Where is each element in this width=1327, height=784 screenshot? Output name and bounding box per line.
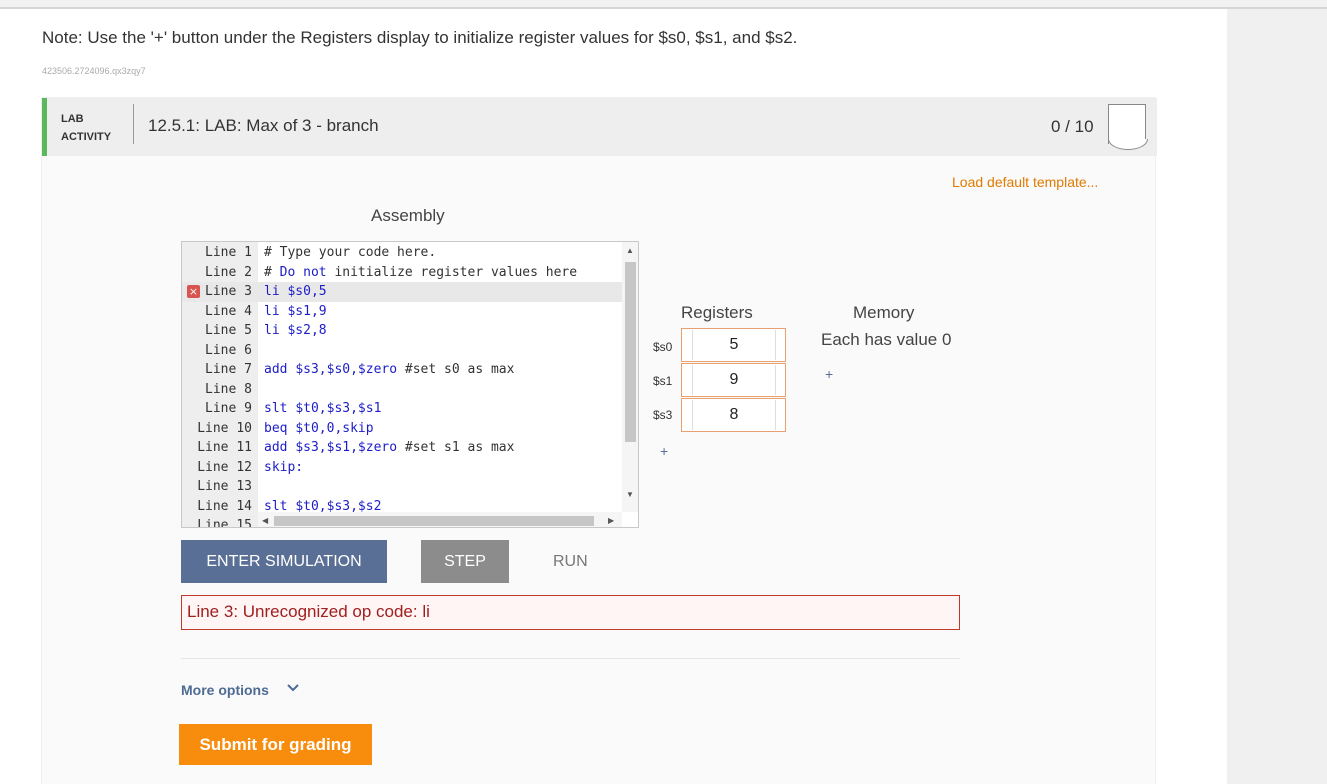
line-code[interactable]: beq $t0,0,skip xyxy=(264,419,374,439)
lab-tag: LAB ACTIVITY xyxy=(61,110,111,146)
code-line[interactable]: Line 2 # Do not initialize register value… xyxy=(182,263,622,283)
line-code[interactable]: li $s1,9 xyxy=(264,302,327,322)
line-code[interactable]: # Type your code here. xyxy=(264,243,436,263)
line-code[interactable]: li $s2,8 xyxy=(264,321,327,341)
error-message: Line 3: Unrecognized op code: li xyxy=(181,595,960,630)
vertical-scrollbar[interactable]: ▲ ▼ xyxy=(622,242,638,512)
code-line[interactable]: Line 12 skip: xyxy=(182,458,622,478)
horizontal-scroll-thumb[interactable] xyxy=(274,516,594,526)
memory-title: Memory xyxy=(853,303,915,322)
code-line[interactable]: Line 11 add $s3,$s1,$zero #set s1 as max xyxy=(182,438,622,458)
lab-tag-line1: LAB xyxy=(61,113,84,125)
register-name: $s1 xyxy=(653,374,673,388)
line-number: Line 11 xyxy=(197,440,252,455)
line-number: Line 9 xyxy=(205,401,252,416)
line-number: Line 13 xyxy=(197,479,252,494)
register-value[interactable]: 5 xyxy=(692,330,776,360)
code-line[interactable]: Line 6 xyxy=(182,341,622,361)
header-divider xyxy=(133,104,134,144)
more-options-toggle[interactable]: More options xyxy=(181,682,269,698)
line-number: Line 8 xyxy=(205,381,252,397)
line-number: Line 14 xyxy=(197,498,252,514)
scroll-down-icon[interactable]: ▼ xyxy=(626,490,634,499)
code-line[interactable]: Line 1 # Type your code here. xyxy=(182,243,622,263)
line-number: Line 2 xyxy=(205,264,252,280)
vertical-scroll-thumb[interactable] xyxy=(625,262,636,442)
register-value-box[interactable]: 9 xyxy=(681,363,786,397)
register-name: $s0 xyxy=(653,340,673,354)
line-number: Line 12 xyxy=(197,459,252,475)
code-editor[interactable]: Line 1 # Type your code here. Line 2 # Do n… xyxy=(181,241,639,528)
line-code[interactable]: slt $t0,$s3,$s1 xyxy=(264,399,381,419)
score-text: 0 / 10 xyxy=(1051,117,1094,136)
line-code[interactable]: skip: xyxy=(264,458,303,478)
line-code[interactable]: # Do not initialize register values here xyxy=(264,263,577,283)
scroll-left-icon[interactable]: ◀ xyxy=(262,516,268,525)
lab-header: LAB ACTIVITY 12.5.1: LAB: Max of 3 - bra… xyxy=(42,98,1157,156)
line-number: Line 7 xyxy=(205,362,252,377)
lab-activity-panel: LAB ACTIVITY 12.5.1: LAB: Max of 3 - bra… xyxy=(41,97,1157,784)
score-badge-icon xyxy=(1108,104,1148,150)
register-value[interactable]: 8 xyxy=(692,400,776,430)
code-line[interactable]: Line 13 xyxy=(182,477,622,497)
assembly-title: Assembly xyxy=(371,206,445,225)
step-button[interactable]: STEP xyxy=(421,540,509,583)
code-line[interactable]: Line 7 add $s3,$s0,$zero #set s0 as max xyxy=(182,360,622,380)
enter-simulation-button[interactable]: ENTER SIMULATION xyxy=(181,540,387,583)
line-number: Line 1 xyxy=(205,245,252,260)
chevron-down-icon[interactable] xyxy=(287,682,299,694)
submit-for-grading-button[interactable]: Submit for grading xyxy=(179,724,372,765)
line-code[interactable]: add $s3,$s1,$zero #set s1 as max xyxy=(264,438,514,458)
line-code[interactable]: add $s3,$s0,$zero #set s0 as max xyxy=(264,360,514,380)
top-bar xyxy=(0,0,1327,9)
code-line[interactable]: Line 10 beq $t0,0,skip xyxy=(182,419,622,439)
activity-id: 423506.2724096.qx3zqy7 xyxy=(42,66,146,76)
code-line[interactable]: Line 9 slt $t0,$s3,$s1 xyxy=(182,399,622,419)
registers-title: Registers xyxy=(681,303,753,322)
run-button[interactable]: RUN xyxy=(553,553,588,571)
code-line[interactable]: Line 8 xyxy=(182,380,622,400)
code-line[interactable]: Line 4 li $s1,9 xyxy=(182,302,622,322)
right-panel xyxy=(1227,9,1327,784)
section-divider xyxy=(181,658,960,659)
line-code[interactable]: li $s0,5 xyxy=(264,282,327,302)
register-value[interactable]: 9 xyxy=(692,365,776,395)
lab-tag-line2: ACTIVITY xyxy=(61,131,112,143)
line-number: Line 3 xyxy=(205,284,252,299)
load-default-template-link[interactable]: Load default template... xyxy=(952,174,1098,190)
scroll-right-icon[interactable]: ▶ xyxy=(608,516,614,525)
instruction-note: Note: Use the '+' button under the Regis… xyxy=(42,28,798,47)
memory-value-text: Each has value 0 xyxy=(821,330,952,349)
line-number: Line 5 xyxy=(205,323,252,338)
add-register-button[interactable]: + xyxy=(660,443,668,459)
lab-title: 12.5.1: LAB: Max of 3 - branch xyxy=(148,116,379,135)
add-memory-button[interactable]: + xyxy=(825,366,833,382)
line-number: Line 4 xyxy=(205,303,252,319)
code-line[interactable]: Line 5 li $s2,8 xyxy=(182,321,622,341)
line-number: Line 6 xyxy=(205,342,252,358)
line-number: Line 10 xyxy=(197,420,252,436)
register-value-box[interactable]: 8 xyxy=(681,398,786,432)
register-name: $s3 xyxy=(653,408,673,422)
register-value-box[interactable]: 5 xyxy=(681,328,786,362)
code-line[interactable]: × Line 3 li $s0,5 xyxy=(182,282,622,302)
line-number: Line 15 xyxy=(197,518,252,528)
scroll-up-icon[interactable]: ▲ xyxy=(626,246,634,255)
horizontal-scrollbar[interactable]: ◀ ▶ xyxy=(258,512,622,527)
